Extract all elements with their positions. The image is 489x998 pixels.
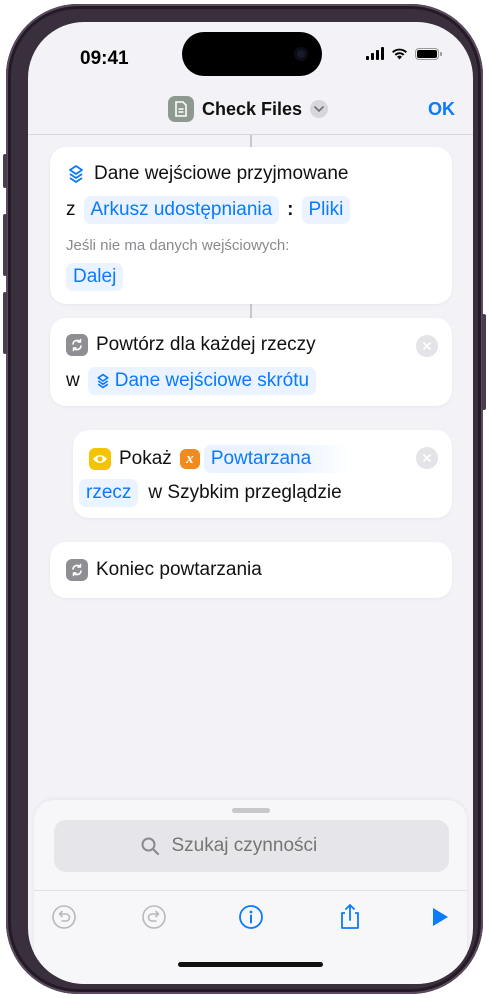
repeat-each-card[interactable]: Powtórz dla każdej rzeczy w Dane wejścio… — [50, 318, 452, 406]
redo-button[interactable] — [140, 903, 168, 931]
layers-icon — [69, 165, 83, 183]
search-field[interactable] — [54, 820, 449, 872]
repeat-icon — [66, 559, 88, 581]
shortcut-input-card[interactable]: Dane wejściowe przyjmowane z Arkusz udos… — [50, 147, 452, 304]
flow-connector — [250, 304, 252, 318]
quick-look-card[interactable]: Pokaż x Powtarzana rzecz w Szybkim przeg… — [73, 430, 452, 518]
colon-label: : — [287, 199, 294, 220]
flow-connector — [250, 135, 252, 147]
redo-icon — [142, 905, 166, 929]
shortcut-title: Check Files — [202, 98, 303, 119]
close-icon — [423, 342, 431, 350]
home-indicator[interactable] — [178, 962, 323, 967]
repeat-in-label: w — [66, 370, 80, 391]
no-input-label: Jeśli nie ma danych wejściowych: — [66, 237, 290, 254]
wifi-icon — [392, 48, 407, 60]
status-time: 09:41 — [80, 48, 129, 69]
nav-bar: Check Files OK — [28, 86, 473, 134]
sheet-grabber[interactable] — [232, 808, 270, 813]
share-icon — [341, 904, 359, 929]
shortcut-title-button[interactable]: Check Files — [168, 96, 329, 122]
volume-up-button — [3, 214, 7, 276]
show-action-label: Pokaż — [119, 448, 172, 469]
eye-icon — [89, 448, 111, 470]
repeat-input-token-label: Dane wejściowe skrótu — [114, 370, 310, 391]
editor-toolbar — [34, 890, 467, 935]
undo-button[interactable] — [50, 903, 78, 931]
repeat-input-token[interactable]: Dane wejściowe skrótu — [87, 367, 317, 395]
input-from-label: z — [66, 199, 76, 220]
status-icons — [366, 47, 442, 60]
remove-action-button[interactable] — [416, 335, 438, 357]
input-source-token[interactable]: Arkusz udostępniania — [83, 196, 280, 224]
chevron-down-icon[interactable] — [310, 100, 329, 118]
document-icon — [168, 96, 194, 122]
volume-down-button — [3, 292, 7, 354]
repeat-item-token-continued[interactable]: rzecz — [79, 479, 139, 507]
cellular-signal-icon — [366, 47, 384, 60]
no-input-token[interactable]: Dalej — [66, 263, 124, 291]
ok-button[interactable]: OK — [428, 99, 455, 120]
dynamic-island — [182, 32, 322, 76]
close-icon — [423, 454, 431, 462]
undo-icon — [52, 905, 76, 929]
variable-x-icon: x — [179, 449, 200, 469]
info-button[interactable] — [237, 903, 265, 931]
repeat-item-token[interactable]: Powtarzana — [203, 445, 352, 473]
screen: 09:41 Check Files OK Dane wejściowe przy… — [28, 22, 473, 984]
layers-icon — [97, 373, 109, 389]
repeat-card-title: Powtórz dla każdej rzeczy — [96, 334, 316, 355]
battery-icon — [415, 47, 442, 60]
quick-look-suffix: w Szybkim przeglądzie — [148, 482, 342, 503]
side-button — [482, 314, 486, 410]
play-icon — [433, 908, 448, 926]
run-button[interactable] — [426, 903, 454, 931]
action-button — [3, 154, 7, 188]
phone-frame: 09:41 Check Files OK Dane wejściowe przy… — [3, 4, 486, 994]
action-search-sheet — [34, 800, 467, 984]
search-input[interactable] — [169, 834, 364, 858]
repeat-icon — [66, 334, 88, 356]
search-icon — [141, 837, 159, 856]
input-card-title: Dane wejściowe przyjmowane — [94, 163, 349, 184]
camera-icon — [294, 47, 308, 61]
end-repeat-title: Koniec powtarzania — [96, 559, 262, 580]
share-button[interactable] — [336, 903, 364, 931]
input-type-token[interactable]: Pliki — [301, 196, 351, 224]
info-icon — [239, 905, 263, 929]
remove-action-button[interactable] — [416, 447, 438, 469]
end-repeat-card[interactable]: Koniec powtarzania — [50, 542, 452, 598]
